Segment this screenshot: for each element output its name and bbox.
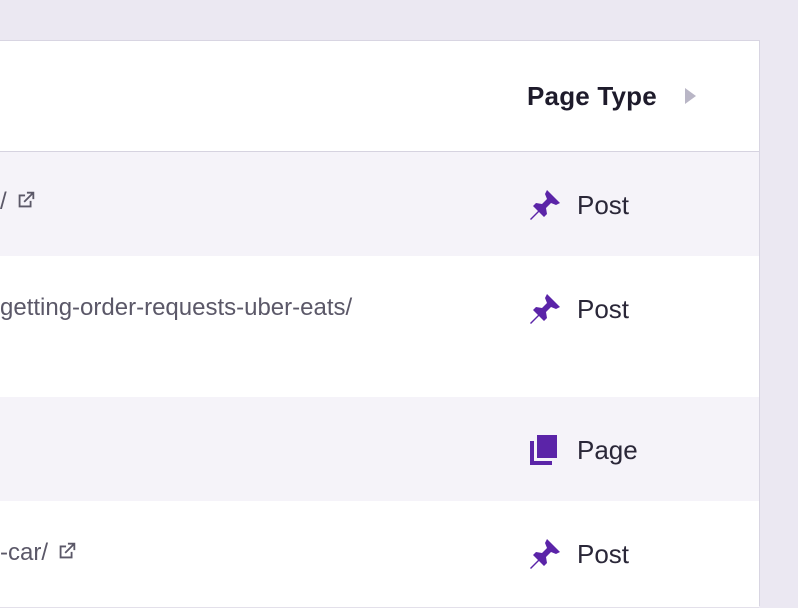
table-row: / Post (0, 152, 759, 256)
table-row: Page (0, 397, 759, 501)
pushpin-icon (530, 539, 560, 569)
pushpin-icon (530, 190, 560, 220)
row-url-link[interactable]: getting-order-requests-uber-eats/ (0, 294, 352, 322)
external-link-icon[interactable] (56, 540, 78, 562)
row-url-link[interactable]: -car/ (0, 539, 78, 567)
row-url-text[interactable]: / (0, 188, 7, 215)
page-type-label: Post (577, 538, 630, 569)
row-url-text[interactable]: -car/ (0, 539, 48, 566)
page-type-cell: Page (527, 430, 638, 470)
page-type-label: Post (577, 189, 630, 220)
page-type-cell: Post (527, 534, 629, 574)
external-link-icon[interactable] (15, 189, 37, 211)
pushpin-icon (530, 294, 560, 324)
table-header: Page Type (0, 41, 759, 152)
table-row: getting-order-requests-uber-eats/ Post (0, 256, 759, 397)
sort-arrow-icon[interactable] (685, 88, 696, 104)
row-url-text[interactable]: getting-order-requests-uber-eats/ (0, 294, 352, 321)
column-header-page-type[interactable]: Page Type (527, 81, 657, 112)
page-type-label: Page (577, 434, 638, 465)
pages-icon (530, 435, 557, 465)
page-type-cell: Post (527, 289, 629, 329)
page-type-label: Post (577, 293, 630, 324)
table-row: -car/ Post (0, 501, 759, 608)
results-table: Page Type / Post getting-order-requests-… (0, 40, 760, 608)
page-type-cell: Post (527, 185, 629, 225)
row-url-link[interactable]: / (0, 188, 37, 216)
